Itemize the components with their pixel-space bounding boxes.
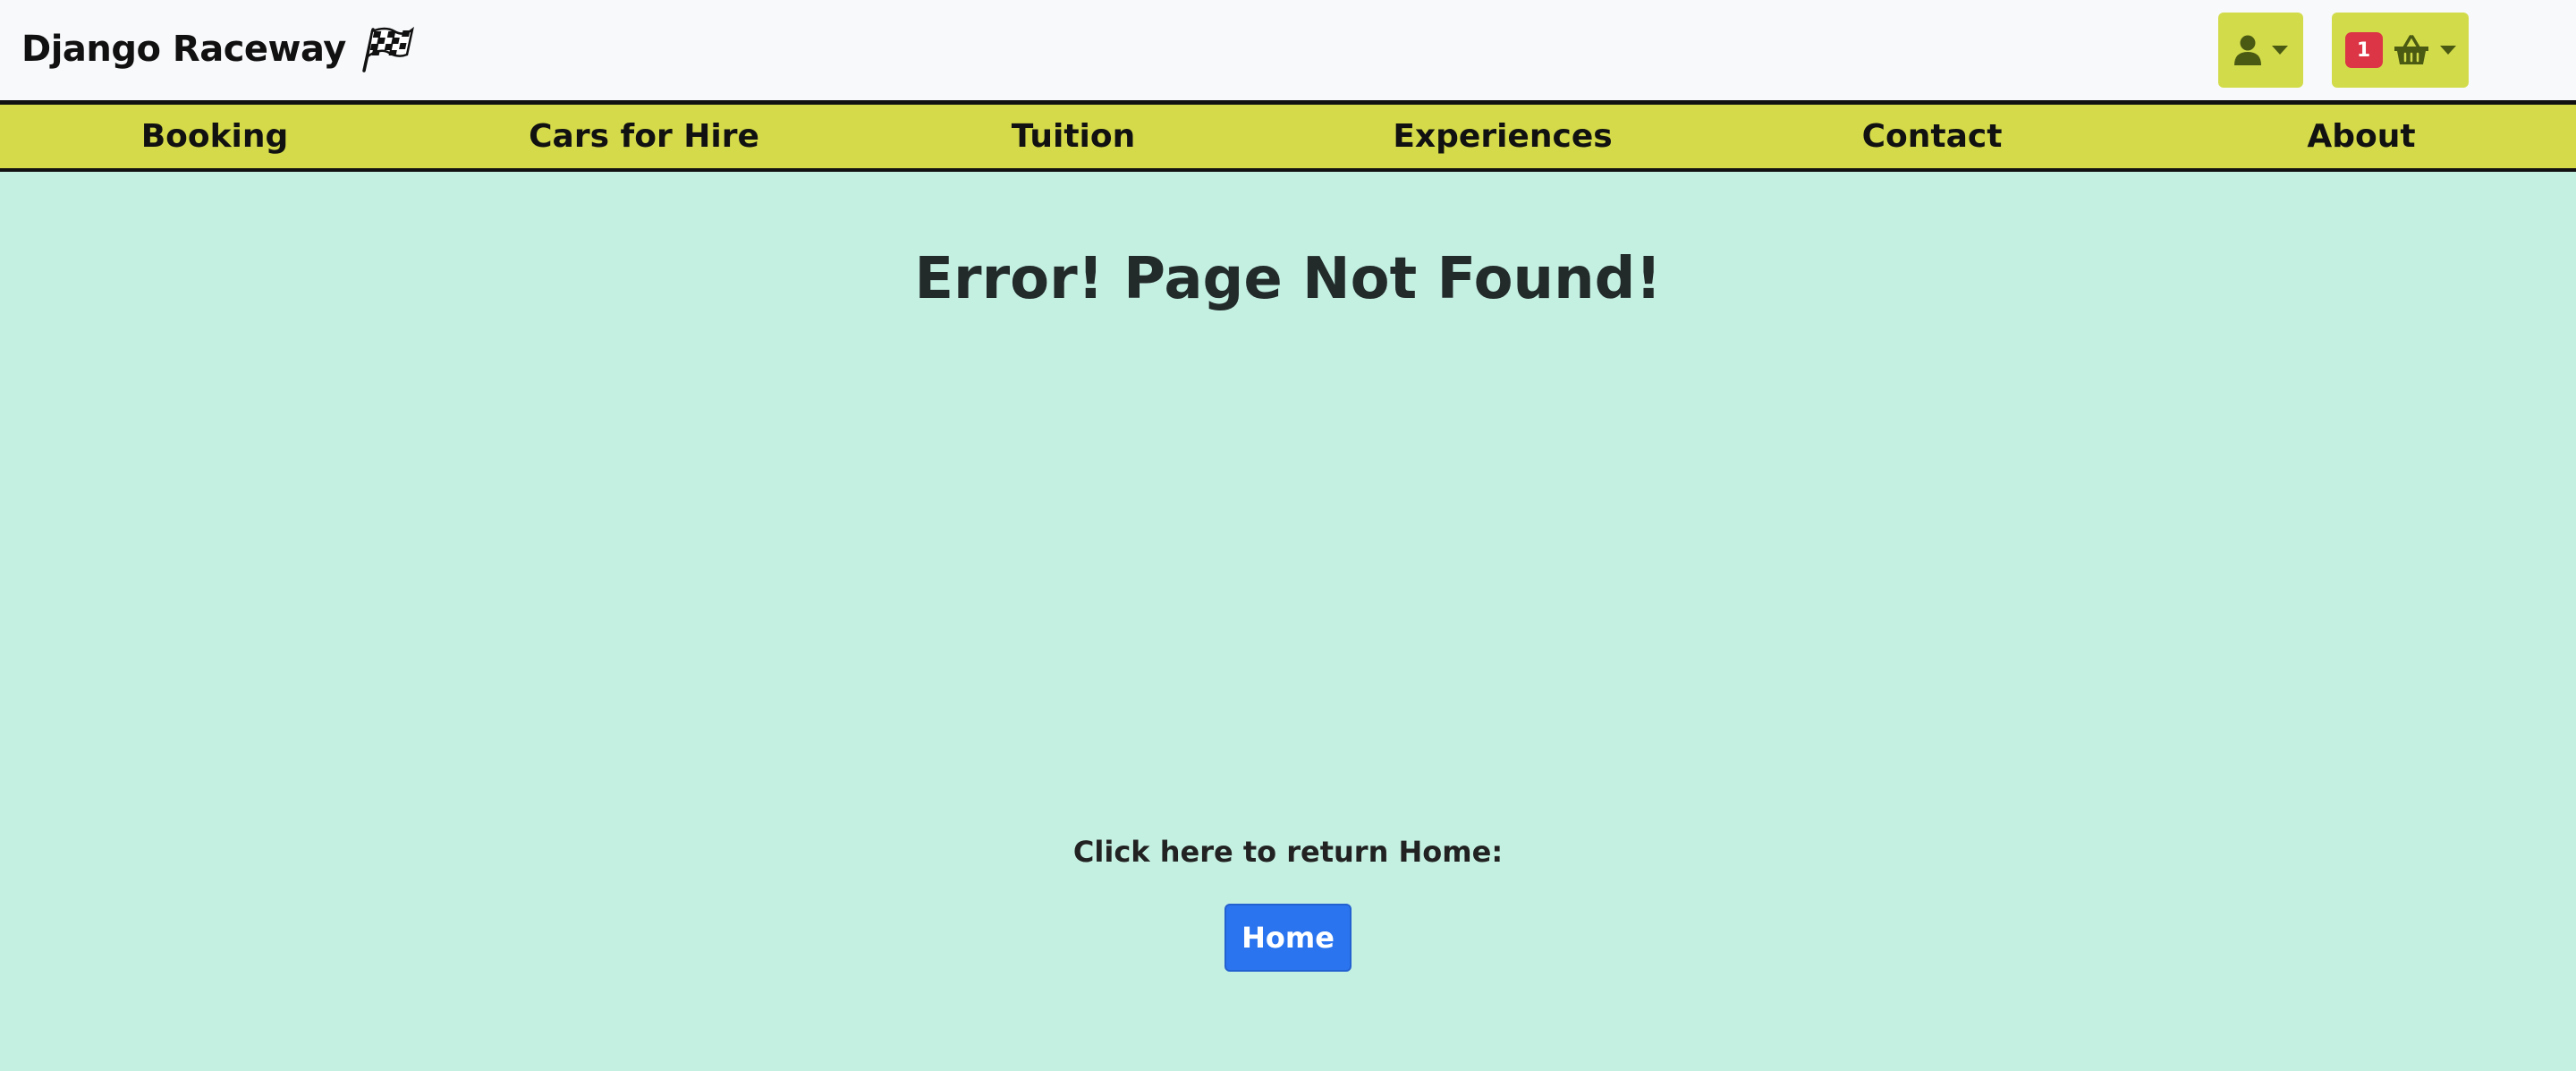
site-header: Django Raceway 1 bbox=[0, 0, 2576, 100]
nav-item-booking[interactable]: Booking bbox=[141, 105, 289, 168]
nav-item-contact[interactable]: Contact bbox=[1862, 105, 2003, 168]
account-dropdown-button[interactable] bbox=[2218, 13, 2303, 88]
nav-item-experiences[interactable]: Experiences bbox=[1393, 105, 1612, 168]
basket-icon bbox=[2394, 35, 2428, 64]
brand-name: Django Raceway bbox=[21, 29, 346, 70]
nav-item-cars-for-hire[interactable]: Cars for Hire bbox=[529, 105, 759, 168]
chevron-down-icon bbox=[2271, 46, 2288, 55]
page-title: Error! Page Not Found! bbox=[914, 246, 1662, 312]
chevron-down-icon bbox=[2439, 46, 2456, 55]
basket-count-badge: 1 bbox=[2344, 32, 2383, 68]
user-icon bbox=[2233, 35, 2261, 65]
main-nav: Booking Cars for Hire Tuition Experience… bbox=[0, 100, 2576, 172]
basket-dropdown-button[interactable]: 1 bbox=[2332, 13, 2469, 88]
return-home-text: Click here to return Home: bbox=[1072, 835, 1504, 869]
checkered-flag-icon bbox=[362, 26, 414, 72]
brand-logo-link[interactable]: Django Raceway bbox=[21, 18, 414, 81]
home-button[interactable]: Home bbox=[1224, 904, 1352, 972]
nav-item-about[interactable]: About bbox=[2307, 105, 2415, 168]
nav-item-tuition[interactable]: Tuition bbox=[1012, 105, 1135, 168]
